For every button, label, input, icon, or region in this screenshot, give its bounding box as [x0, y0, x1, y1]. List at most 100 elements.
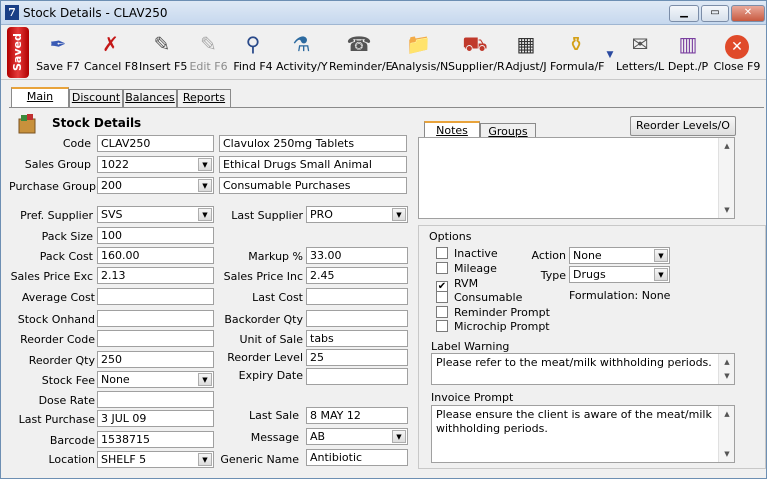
backorder-qty-field[interactable] [306, 310, 408, 327]
average-cost-label: Average Cost [21, 291, 95, 304]
title-bar: 7 Stock Details - CLAV250 ▁ ▭ ✕ [1, 1, 766, 25]
average-cost-field[interactable] [97, 288, 214, 305]
dept-button[interactable]: ▥ Dept./P [665, 27, 711, 78]
reorder-level-field[interactable]: 25 [306, 349, 408, 366]
formula-button[interactable]: ⚱ Formula/F [549, 27, 605, 78]
edit-icon: ✎ [200, 32, 217, 56]
scroll-down-icon[interactable]: ▼ [720, 203, 734, 217]
chevron-down-icon: ▼ [392, 208, 406, 221]
formulation-text: Formulation: None [569, 289, 671, 302]
purchase-group-description: Consumable Purchases [219, 177, 407, 194]
description-field[interactable]: Clavulox 250mg Tablets [219, 135, 407, 152]
save-button[interactable]: ✒ Save F7 [33, 27, 83, 78]
edit-button[interactable]: ✎ Edit F6 [186, 27, 231, 78]
pack-cost-field[interactable]: 160.00 [97, 247, 214, 264]
tab-discount[interactable]: Discount [69, 89, 123, 107]
message-label: Message [250, 431, 299, 444]
scroll-down-icon[interactable]: ▼ [720, 447, 734, 461]
pack-size-field[interactable]: 100 [97, 227, 214, 244]
pref-supplier-select[interactable]: SVS ▼ [97, 206, 214, 223]
chevron-down-icon: ▼ [198, 373, 212, 386]
microchip-prompt-checkbox[interactable]: Microchip Prompt [436, 320, 550, 333]
more-dropdown-button[interactable]: ▼ [603, 27, 615, 78]
last-supplier-select[interactable]: PRO ▼ [306, 206, 408, 223]
cancel-button[interactable]: ✗ Cancel F8 [83, 27, 138, 78]
last-cost-field[interactable] [306, 288, 408, 305]
markup-label: Markup % [248, 250, 303, 263]
chevron-down-icon: ▼ [198, 453, 212, 466]
invoice-prompt-scrollbar[interactable]: ▲ ▼ [718, 406, 734, 462]
last-sale-field[interactable]: 8 MAY 12 [306, 407, 408, 424]
activity-icon: ⚗ [292, 32, 311, 56]
scroll-up-icon[interactable]: ▲ [720, 407, 734, 421]
barcode-field[interactable]: 1538715 [97, 431, 214, 448]
scroll-up-icon[interactable]: ▲ [720, 139, 734, 153]
reorder-qty-field[interactable]: 250 [97, 351, 214, 368]
location-select[interactable]: SHELF 5 ▼ [97, 451, 214, 468]
analysis-button[interactable]: 📁 Analysis/N [390, 27, 448, 78]
reminder-prompt-checkbox[interactable]: Reminder Prompt [436, 306, 550, 319]
window-close-button[interactable]: ✕ [731, 5, 765, 22]
purchase-group-label: Purchase Group [9, 180, 96, 193]
pen-icon: ✒ [49, 32, 67, 56]
sales-price-exc-field[interactable]: 2.13 [97, 267, 214, 284]
notes-textarea[interactable]: ▲ ▼ [418, 137, 735, 219]
markup-field[interactable]: 33.00 [306, 247, 408, 264]
chevron-down-icon: ▼ [654, 249, 668, 262]
dose-rate-label: Dose Rate [38, 394, 95, 407]
unit-of-sale-field[interactable]: tabs [306, 330, 408, 347]
tab-balances[interactable]: Balances [123, 89, 177, 107]
label-warning-title: Label Warning [431, 340, 510, 353]
activity-button[interactable]: ⚗ Activity/Y [275, 27, 328, 78]
notes-scrollbar[interactable]: ▲ ▼ [718, 138, 734, 218]
stock-onhand-field[interactable] [97, 310, 214, 327]
adjust-button[interactable]: ▦ Adjust/J [503, 27, 549, 78]
reorder-levels-button[interactable]: Reorder Levels/O [630, 116, 736, 136]
tab-reports[interactable]: Reports [177, 89, 231, 107]
reminder-button[interactable]: ☎ Reminder/E [328, 27, 393, 78]
scroll-up-icon[interactable]: ▲ [720, 355, 734, 369]
barcode-label: Barcode [49, 434, 95, 447]
supplier-button[interactable]: ⛟ Supplier/R [447, 27, 505, 78]
stock-fee-select[interactable]: None ▼ [97, 371, 214, 388]
mileage-checkbox[interactable]: Mileage [436, 262, 497, 275]
label-warning-textarea[interactable]: Please refer to the meat/milk withholdin… [431, 353, 735, 385]
message-select[interactable]: AB ▼ [306, 428, 408, 445]
location-label: Location [48, 453, 95, 466]
truck-icon: ⛟ [462, 32, 488, 56]
scroll-down-icon[interactable]: ▼ [720, 369, 734, 383]
adjust-icon: ▦ [516, 32, 536, 56]
consumable-checkbox[interactable]: Consumable [436, 291, 522, 304]
label-warning-scrollbar[interactable]: ▲ ▼ [718, 354, 734, 384]
last-purchase-field[interactable]: 3 JUL 09 [97, 410, 214, 427]
insert-button[interactable]: ✎ Insert F5 [138, 27, 187, 78]
right-panel: Notes Groups Reorder Levels/O ▲ ▼ Options… [416, 107, 766, 469]
tab-main[interactable]: Main [11, 87, 69, 107]
invoice-prompt-textarea[interactable]: Please ensure the client is aware of the… [431, 405, 735, 463]
minimize-button[interactable]: ▁ [669, 5, 699, 22]
purchase-group-select[interactable]: 200 ▼ [97, 177, 214, 194]
app-icon: 7 [5, 5, 19, 20]
code-field[interactable]: CLAV250 [97, 135, 214, 152]
sales-price-inc-label: Sales Price Inc [223, 270, 303, 283]
letters-button[interactable]: ✉ Letters/L [615, 27, 665, 78]
generic-name-field[interactable]: Antibiotic [306, 449, 408, 466]
window-title: Stock Details - CLAV250 [23, 6, 168, 20]
expiry-date-field[interactable] [306, 368, 408, 385]
inactive-checkbox[interactable]: Inactive [436, 247, 498, 260]
sales-price-inc-field[interactable]: 2.45 [306, 267, 408, 284]
section-title: Stock Details [52, 116, 142, 130]
action-select[interactable]: None ▼ [569, 247, 670, 264]
type-select[interactable]: Drugs ▼ [569, 266, 670, 283]
dose-rate-field[interactable] [97, 391, 214, 408]
sales-group-select[interactable]: 1022 ▼ [97, 156, 214, 173]
sales-group-description: Ethical Drugs Small Animal [219, 156, 407, 173]
find-button[interactable]: ⚲ Find F4 [231, 27, 275, 78]
analysis-icon: 📁 [406, 32, 431, 56]
maximize-button[interactable]: ▭ [701, 5, 729, 22]
pref-supplier-label: Pref. Supplier [20, 209, 93, 222]
close-button[interactable]: ✕ Close F9 [711, 27, 763, 78]
dept-icon: ▥ [678, 32, 698, 56]
reminder-icon: ☎ [346, 32, 372, 56]
reorder-code-field[interactable] [97, 330, 214, 347]
